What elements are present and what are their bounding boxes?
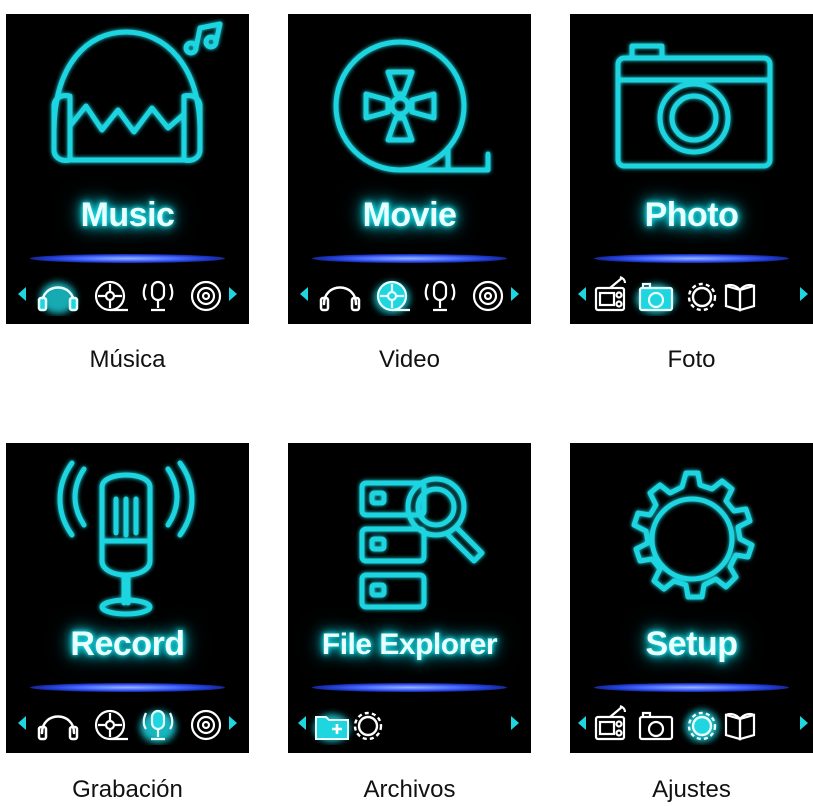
film-reel-icon	[288, 14, 531, 204]
gear-icon	[570, 443, 813, 633]
microphone-small-icon	[424, 280, 456, 312]
icon-carousel[interactable]	[570, 272, 813, 316]
tile-title: Movie	[362, 196, 457, 234]
arrow-right-icon	[229, 716, 237, 730]
microphone-small-icon	[142, 280, 174, 312]
arrow-right-icon	[511, 287, 519, 301]
disc-small-icon	[472, 280, 504, 312]
tile-title: File Explorer	[321, 628, 498, 661]
gear-small-icon	[687, 282, 717, 312]
headphones-small-icon	[319, 286, 361, 312]
microphone-icon	[6, 443, 249, 633]
glow-bar	[312, 683, 507, 692]
arrow-right-icon	[800, 716, 808, 730]
arrow-left-icon	[578, 716, 586, 730]
arrow-left-icon	[18, 287, 26, 301]
tile-caption: Video	[379, 346, 440, 373]
file-search-icon	[288, 443, 531, 633]
radio-small-icon	[594, 275, 627, 312]
icon-carousel[interactable]	[6, 272, 249, 316]
menu-tile-movie[interactable]: Movie	[288, 14, 531, 324]
film-reel-small-icon	[94, 709, 128, 741]
radio-small-icon	[594, 704, 627, 741]
tile-title: Music	[80, 196, 175, 234]
tile-caption: Archivos	[363, 776, 456, 803]
disc-small-icon	[190, 709, 222, 741]
tile-title: Record	[70, 625, 185, 663]
arrow-right-icon	[229, 287, 237, 301]
tile-caption: Foto	[667, 346, 716, 373]
camera-icon	[570, 14, 813, 204]
arrow-left-icon	[300, 287, 308, 301]
icon-carousel[interactable]	[570, 701, 813, 745]
glow-bar	[594, 683, 789, 692]
headphones-small-icon	[37, 715, 79, 741]
tile-caption: Grabación	[72, 776, 183, 803]
arrow-left-icon	[578, 287, 586, 301]
gear-small-icon	[353, 711, 383, 741]
menu-tile-file-explorer[interactable]: File Explorer	[288, 443, 531, 753]
glow-bar	[312, 254, 507, 263]
menu-tile-photo[interactable]: Photo	[570, 14, 813, 324]
film-reel-small-icon	[94, 280, 128, 312]
camera-small-icon	[638, 282, 674, 312]
icon-carousel[interactable]	[288, 701, 531, 745]
tile-title: Setup	[645, 625, 738, 663]
camera-small-icon	[638, 711, 674, 741]
arrow-right-icon	[800, 287, 808, 301]
glow-bar	[594, 254, 789, 263]
folder-add-small-icon	[315, 716, 349, 740]
book-small-icon	[724, 283, 756, 312]
glow-bar	[30, 254, 225, 263]
tile-title: Photo	[644, 196, 739, 234]
menu-tile-music[interactable]: Music	[6, 14, 249, 324]
disc-small-icon	[190, 280, 222, 312]
arrow-right-icon	[511, 716, 519, 730]
arrow-left-icon	[298, 716, 306, 730]
book-small-icon	[724, 712, 756, 741]
tile-caption: Ajustes	[652, 776, 731, 803]
icon-carousel[interactable]	[6, 701, 249, 745]
menu-tile-setup[interactable]: Setup	[570, 443, 813, 753]
headphones-icon	[6, 14, 249, 204]
glow-bar	[30, 683, 225, 692]
arrow-left-icon	[18, 716, 26, 730]
tile-caption: Música	[89, 346, 166, 373]
icon-carousel[interactable]	[288, 272, 531, 316]
menu-tile-record[interactable]: Record	[6, 443, 249, 753]
